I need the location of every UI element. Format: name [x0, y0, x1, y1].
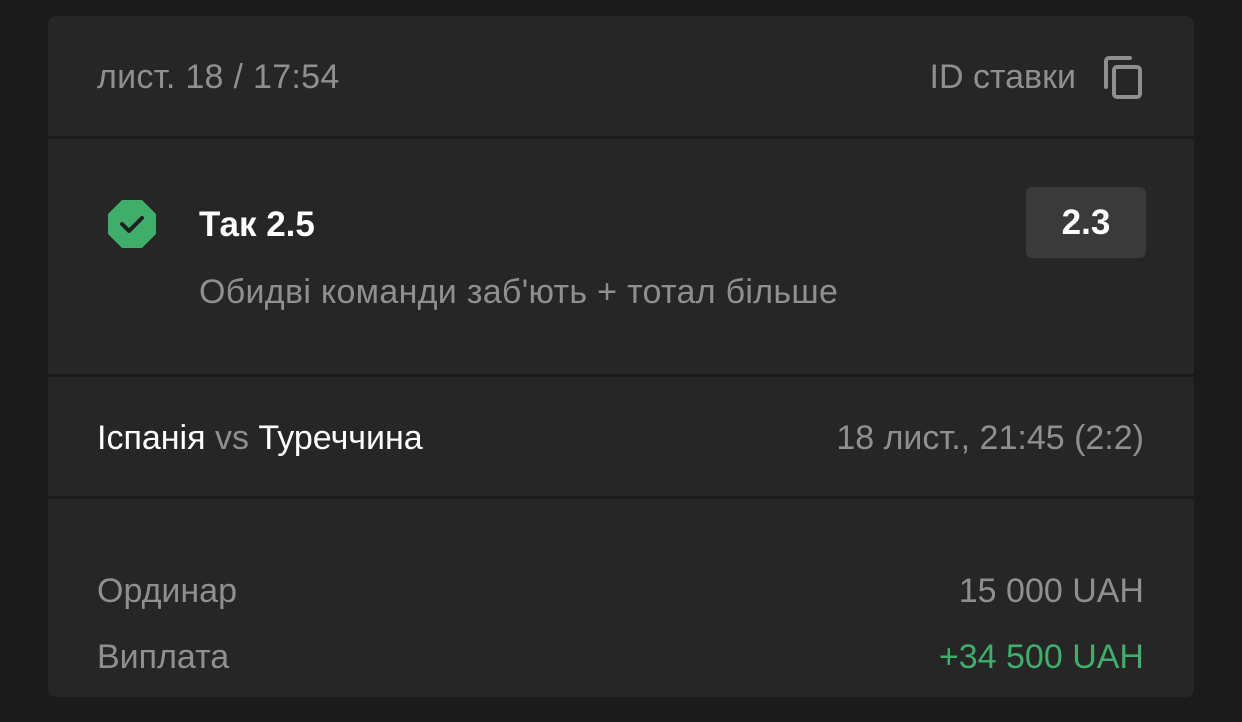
bet-header: лист. 18 / 17:54 ID ставки: [48, 16, 1194, 136]
bet-id-label[interactable]: ID ставки: [930, 58, 1076, 97]
market-name: Обидві команди заб'ють + тотал більше: [199, 273, 839, 311]
bet-card: лист. 18 / 17:54 ID ставки Так 2.5 Обидв…: [48, 16, 1194, 697]
event-datetime-score: 18 лист., 21:45 (2:2): [836, 419, 1144, 457]
bet-datetime: лист. 18 / 17:54: [97, 58, 340, 96]
stake-value: 15 000 UAH: [958, 572, 1144, 610]
selection-title: Так 2.5: [199, 205, 315, 244]
payout-value: +34 500 UAH: [938, 638, 1144, 676]
home-team: Іспанія: [97, 419, 206, 457]
event-row[interactable]: Іспанія vs Туреччина 18 лист., 21:45 (2:…: [48, 377, 1194, 496]
bet-type-label: Ординар: [97, 572, 238, 610]
vs-label: vs: [214, 419, 249, 457]
away-team: Туреччина: [258, 419, 423, 457]
bet-summary: Ординар 15 000 UAH Виплата +34 500 UAH: [48, 499, 1194, 697]
check-badge-icon: [107, 199, 157, 249]
event-teams: Іспанія vs Туреччина: [97, 419, 423, 458]
selection-block: Так 2.5 Обидві команди заб'ють + тотал б…: [48, 139, 1194, 374]
payout-label: Виплата: [97, 638, 230, 676]
copy-icon[interactable]: [1102, 55, 1146, 101]
odds-badge: 2.3: [1026, 187, 1146, 258]
